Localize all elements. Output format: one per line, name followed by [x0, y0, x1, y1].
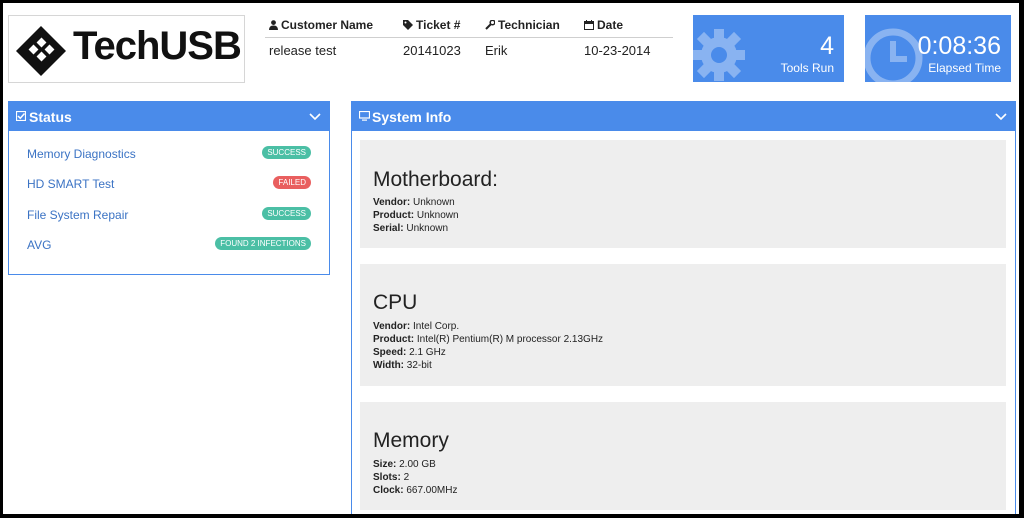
status-item-link[interactable]: AVG [27, 238, 51, 252]
tools-run-tile: 4 Tools Run [693, 15, 844, 82]
status-badge: FOUND 2 INFECTIONS [215, 237, 311, 250]
system-info-panel-title: System Info [372, 109, 452, 125]
motherboard-product: Product: Unknown [373, 210, 459, 221]
status-panel-title: Status [29, 109, 72, 125]
techusb-logo-icon [16, 26, 66, 76]
elapsed-time-tile: 0:08:36 Elapsed Time [865, 15, 1011, 82]
status-item-avg: AVG FOUND 2 INFECTIONS [27, 235, 311, 255]
status-panel-header[interactable]: Status [9, 102, 329, 131]
app-frame: TechUSB Customer Name Ticket # Technicia… [3, 3, 1019, 514]
status-item-link[interactable]: File System Repair [27, 208, 128, 222]
system-info-panel: System Info Motherboard: Vendor: Unknown… [351, 101, 1016, 514]
cpu-speed: Speed: 2.1 GHz [373, 347, 446, 358]
cpu-product: Product: Intel(R) Pentium(R) M processor… [373, 334, 604, 345]
cpu-width: Width: 32-bit [373, 360, 432, 371]
status-badge: SUCCESS [262, 146, 311, 159]
memory-size: Size: 2.00 GB [373, 459, 436, 470]
customer-name-header: Customer Name [269, 18, 373, 32]
status-item-memory-diagnostics: Memory Diagnostics SUCCESS [27, 144, 311, 164]
status-panel: Status Memory Diagnostics SUCCESS HD SMA… [8, 101, 330, 275]
chevron-down-icon[interactable] [995, 113, 1007, 121]
memory-title: Memory [373, 429, 449, 452]
ticket-number-value: 20141023 [403, 43, 461, 58]
wrench-icon [485, 19, 496, 30]
motherboard-serial: Serial: Unknown [373, 223, 449, 234]
status-item-link[interactable]: Memory Diagnostics [27, 147, 136, 161]
technician-header: Technician [485, 18, 560, 32]
status-badge: SUCCESS [262, 207, 311, 220]
ticket-number-header: Ticket # [403, 18, 460, 32]
calendar-icon [584, 20, 594, 30]
tools-run-label: Tools Run [780, 61, 834, 75]
checkbox-icon [16, 111, 26, 121]
monitor-icon [359, 111, 370, 121]
status-item-hd-smart-test: HD SMART Test FAILED [27, 174, 311, 194]
date-header: Date [584, 18, 623, 32]
cpu-vendor: Vendor: Intel Corp. [373, 321, 460, 332]
system-info-panel-header[interactable]: System Info [352, 102, 1015, 131]
customer-name-value: release test [269, 43, 337, 58]
cpu-title: CPU [373, 291, 418, 314]
date-value: 10-23-2014 [584, 43, 651, 58]
status-item-link[interactable]: HD SMART Test [27, 177, 114, 191]
tag-icon [403, 20, 413, 30]
chevron-down-icon[interactable] [309, 113, 321, 121]
cpu-card: CPU Vendor: Intel Corp. Product: Intel(R… [360, 264, 1006, 386]
memory-slots: Slots: 2 [373, 472, 410, 483]
user-icon [269, 20, 278, 30]
technician-value: Erik [485, 43, 508, 58]
logo[interactable]: TechUSB [8, 15, 245, 83]
gear-icon [693, 29, 745, 81]
memory-card: Memory Size: 2.00 GB Slots: 2 Clock: 667… [360, 402, 1006, 510]
motherboard-vendor: Vendor: Unknown [373, 197, 455, 208]
elapsed-time-label: Elapsed Time [928, 61, 1001, 75]
status-item-file-system-repair: File System Repair SUCCESS [27, 205, 311, 225]
status-badge: FAILED [273, 176, 311, 189]
memory-clock: Clock: 667.00MHz [373, 485, 458, 496]
tools-run-value: 4 [820, 32, 834, 60]
logo-text: TechUSB [73, 24, 242, 68]
motherboard-title: Motherboard: [373, 168, 498, 191]
elapsed-time-value: 0:08:36 [917, 32, 1001, 60]
motherboard-card: Motherboard: Vendor: Unknown Product: Un… [360, 140, 1006, 248]
table-divider [265, 37, 673, 38]
